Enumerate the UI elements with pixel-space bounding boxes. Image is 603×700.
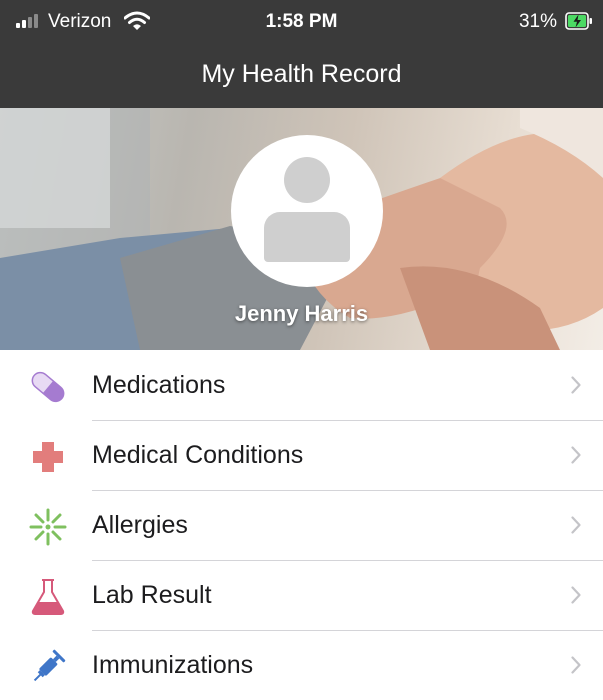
menu-item-label: Immunizations	[92, 651, 254, 679]
page-title: My Health Record	[201, 60, 402, 88]
app-screen: Verizon 1:58 PM 31% My Health Record Jen…	[0, 0, 603, 700]
pill-icon	[31, 371, 65, 403]
status-time: 1:58 PM	[265, 11, 338, 32]
avatar[interactable]	[231, 135, 383, 287]
person-icon	[284, 157, 330, 203]
status-bar: Verizon 1:58 PM 31%	[0, 0, 603, 44]
menu-item-medical-conditions[interactable]: Medical Conditions	[0, 420, 603, 490]
battery-charging-icon	[565, 12, 592, 30]
flask-icon	[31, 579, 65, 615]
allergy-icon	[29, 508, 67, 546]
chevron-right-icon	[571, 516, 581, 534]
menu-item-medications[interactable]: Medications	[0, 350, 603, 420]
nav-bar: My Health Record	[0, 44, 603, 108]
menu-item-label: Medications	[92, 371, 226, 399]
menu-item-lab-result[interactable]: Lab Result	[0, 560, 603, 630]
menu-item-label: Allergies	[92, 511, 188, 539]
menu-item-allergies[interactable]: Allergies	[0, 490, 603, 560]
menu-item-label: Medical Conditions	[92, 441, 304, 469]
chevron-right-icon	[571, 656, 581, 674]
cross-icon	[33, 442, 63, 472]
health-record-menu: Medications Medical Conditions Allergies…	[0, 350, 603, 700]
chevron-right-icon	[571, 586, 581, 604]
battery-percentage: 31%	[518, 11, 557, 32]
syringe-icon	[33, 649, 66, 682]
profile-header: Jenny Harris	[0, 108, 603, 350]
chevron-right-icon	[571, 446, 581, 464]
person-icon-body	[264, 212, 350, 262]
menu-item-immunizations[interactable]: Immunizations	[0, 630, 603, 700]
chevron-right-icon	[571, 376, 581, 394]
user-name: Jenny Harris	[234, 301, 369, 326]
menu-item-label: Lab Result	[92, 581, 212, 609]
